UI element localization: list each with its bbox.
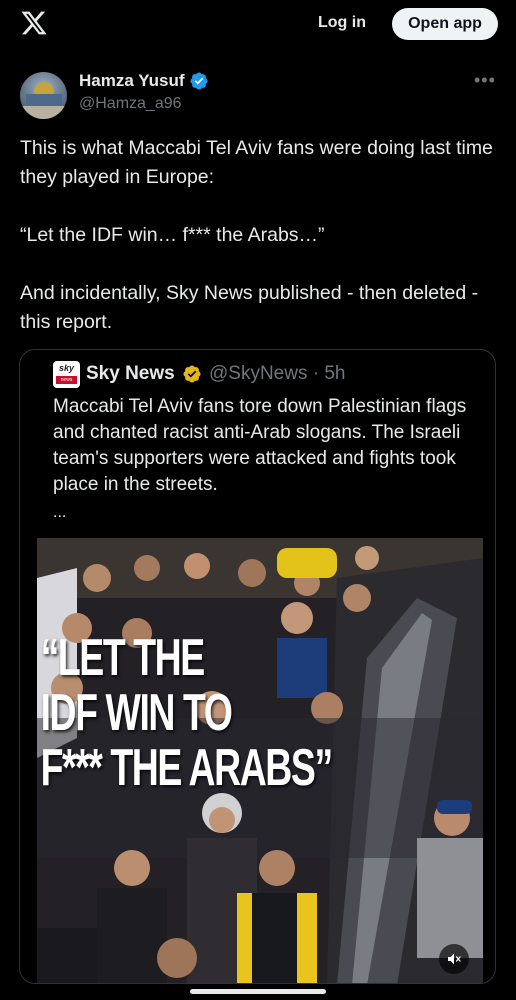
avatar[interactable] [20,72,67,119]
sky-logo-text: sky [58,363,75,373]
news-logo-text: news [56,376,77,384]
sky-news-logo: sky news [53,361,80,388]
login-link[interactable]: Log in [318,14,366,32]
quoted-author-name: Sky News [86,363,175,384]
quoted-tweet-text: Maccabi Tel Aviv fans tore down Palestin… [53,396,467,495]
home-indicator[interactable] [190,989,326,994]
avatar-dome [34,82,54,94]
x-logo-icon[interactable] [20,9,48,37]
author-name[interactable]: Hamza Yusuf [79,71,185,91]
verified-badge-icon [183,365,201,383]
video-overlay-caption: “LET THE IDF WIN TO F*** THE ARABS” [40,629,334,797]
author-handle[interactable]: @Hamza_a96 [79,95,182,113]
show-more-ellipsis[interactable]: ... [53,504,66,522]
more-options-icon[interactable]: ••• [474,70,496,91]
open-app-button[interactable]: Open app [392,8,498,40]
mute-toggle[interactable] [439,944,469,974]
avatar-wall [26,94,62,106]
tweet-text: This is what Maccabi Tel Aviv fans were … [20,137,493,333]
verified-badge-icon [190,72,208,90]
video-player[interactable]: “LET THE IDF WIN TO F*** THE ARABS” [37,538,483,983]
speaker-muted-icon [448,953,461,965]
quoted-author-handle: @SkyNews · 5h [209,363,346,384]
top-bar: Log in Open app [0,0,516,52]
quoted-tweet[interactable]: sky news Sky News @SkyNews · 5h Maccabi … [19,349,496,984]
avatar-ground [20,106,67,119]
